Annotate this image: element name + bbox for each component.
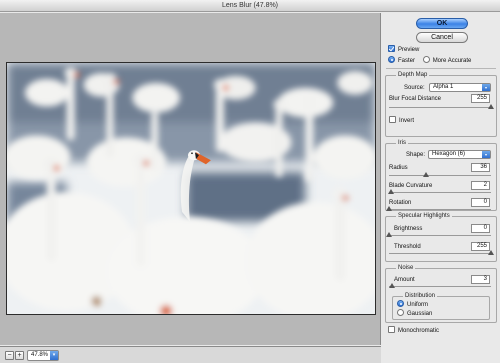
brightness-input[interactable]: 0: [471, 224, 490, 233]
amount-input[interactable]: 3: [471, 275, 490, 284]
slider-thumb[interactable]: [488, 104, 494, 109]
invert-label: Invert: [399, 118, 415, 124]
chevron-down-icon: ▾: [50, 351, 58, 360]
noise-title: Noise: [396, 264, 416, 272]
radio-uniform-label: Uniform: [407, 302, 429, 308]
radio-faster-button[interactable]: [388, 56, 395, 63]
blade-curvature-slider[interactable]: [388, 189, 491, 194]
focal-distance-label: Blur Focal Distance: [389, 96, 442, 102]
amount-label: Amount: [394, 277, 415, 283]
ok-button[interactable]: OK: [416, 18, 468, 29]
slider-thumb[interactable]: [422, 172, 429, 177]
specular-title: Specular Highlights: [396, 212, 452, 220]
preview-area: [0, 13, 381, 345]
monochromatic-checkbox[interactable]: [388, 326, 395, 333]
zoom-out-button[interactable]: −: [5, 351, 14, 360]
preview-label: Preview: [398, 47, 420, 53]
radio-uniform-button[interactable]: [397, 300, 404, 307]
settings-panel: OK Cancel Preview Faster More Accurate D…: [382, 13, 500, 363]
source-value: Alpha 1: [433, 84, 454, 90]
radio-accurate[interactable]: More Accurate: [422, 56, 472, 64]
shape-select[interactable]: Hexagon (6) ▾: [428, 150, 491, 159]
rotation-slider[interactable]: [386, 206, 491, 211]
amount-slider[interactable]: [389, 283, 491, 288]
zoom-select[interactable]: 47.8% ▾: [27, 350, 59, 361]
focal-distance-slider[interactable]: [389, 104, 494, 109]
shape-label: Shape:: [406, 152, 426, 158]
depth-map-title: Depth Map: [396, 71, 430, 79]
source-label: Source:: [404, 85, 425, 91]
slider-thumb[interactable]: [386, 206, 392, 211]
radius-label: Radius: [389, 165, 408, 171]
slider-thumb[interactable]: [386, 232, 392, 237]
focal-distance-input[interactable]: 255: [471, 94, 490, 103]
invert-row[interactable]: Invert: [389, 116, 414, 125]
slider-thumb[interactable]: [488, 250, 494, 255]
radio-faster[interactable]: Faster: [388, 56, 416, 64]
window-title: Lens Blur (47.8%): [0, 0, 500, 12]
monochromatic-label: Monochromatic: [398, 328, 440, 334]
preview-checkbox[interactable]: [388, 45, 395, 52]
radio-gaussian-button[interactable]: [397, 309, 404, 316]
swans-photo: [7, 63, 375, 314]
radio-accurate-label: More Accurate: [432, 58, 472, 64]
threshold-label: Threshold: [394, 244, 421, 250]
threshold-slider[interactable]: [389, 250, 494, 255]
radio-accurate-button[interactable]: [422, 56, 430, 63]
radio-gaussian-label: Gaussian: [407, 311, 433, 317]
rotation-label: Rotation: [389, 200, 412, 206]
status-bar: − + 47.8% ▾: [0, 346, 381, 363]
rotation-input[interactable]: 0: [471, 198, 490, 207]
chevron-down-icon: ▾: [482, 84, 490, 91]
iris-title: Iris: [396, 139, 408, 147]
zoom-value: 47.8%: [31, 352, 49, 358]
chevron-down-icon: ▾: [482, 151, 490, 158]
radio-faster-label: Faster: [398, 58, 416, 64]
preview-mode-row: Faster More Accurate: [388, 56, 471, 65]
blade-curvature-label: Blade Curvature: [389, 183, 433, 189]
brightness-slider[interactable]: [386, 232, 491, 237]
specular-group: Specular Highlights: [385, 212, 497, 262]
blade-curvature-input[interactable]: 2: [471, 181, 490, 190]
preview-row[interactable]: Preview: [388, 45, 419, 54]
source-select[interactable]: Alpha 1 ▾: [429, 83, 491, 92]
slider-thumb[interactable]: [388, 189, 395, 194]
zoom-in-button[interactable]: +: [15, 351, 24, 360]
brightness-label: Brightness: [394, 226, 423, 232]
shape-value: Hexagon (6): [432, 151, 466, 157]
slider-thumb[interactable]: [389, 283, 396, 288]
radio-gaussian[interactable]: Gaussian: [397, 309, 432, 318]
cancel-button[interactable]: Cancel: [416, 32, 468, 43]
monochromatic-row[interactable]: Monochromatic: [388, 326, 439, 335]
preview-image[interactable]: [6, 62, 376, 315]
distribution-title: Distribution: [403, 292, 438, 300]
radius-input[interactable]: 36: [471, 163, 490, 172]
divider: [386, 68, 496, 69]
invert-checkbox[interactable]: [389, 116, 396, 123]
radio-uniform[interactable]: Uniform: [397, 300, 428, 309]
radius-slider[interactable]: [389, 172, 491, 177]
